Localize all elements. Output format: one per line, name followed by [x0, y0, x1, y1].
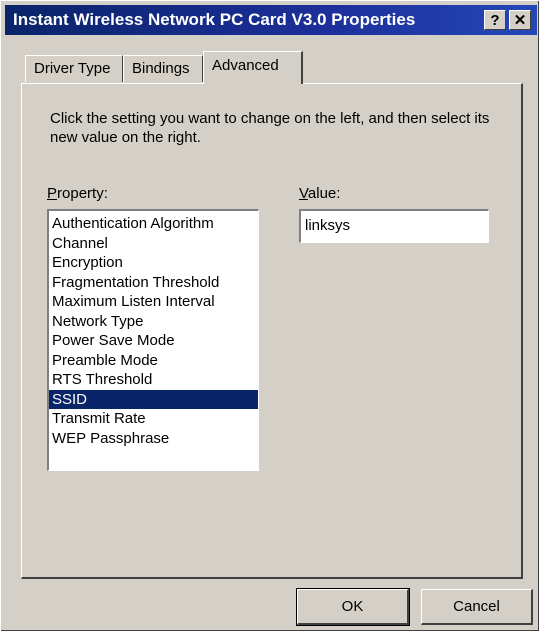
property-label: Property:	[47, 185, 108, 202]
property-item-preamble-mode[interactable]: Preamble Mode	[49, 351, 258, 371]
tab-bindings[interactable]: Bindings	[123, 55, 203, 82]
value-label-rest: alue:	[307, 185, 341, 202]
title-bar[interactable]: Instant Wireless Network PC Card V3.0 Pr…	[5, 5, 537, 35]
close-button[interactable]: ✕	[509, 10, 531, 30]
instructions-text: Click the setting you want to change on …	[50, 110, 490, 146]
property-item-channel[interactable]: Channel	[49, 234, 258, 254]
property-item-fragmentation-threshold[interactable]: Fragmentation Threshold	[49, 273, 258, 293]
tab-advanced[interactable]: Advanced	[203, 51, 303, 84]
tab-driver-type[interactable]: Driver Type	[25, 55, 123, 82]
help-button[interactable]: ?	[484, 10, 506, 30]
property-item-encryption[interactable]: Encryption	[49, 253, 258, 273]
cancel-button[interactable]: Cancel	[421, 589, 533, 625]
properties-dialog: Instant Wireless Network PC Card V3.0 Pr…	[0, 0, 540, 632]
property-item-network-type[interactable]: Network Type	[49, 312, 258, 332]
property-item-power-save-mode[interactable]: Power Save Mode	[49, 331, 258, 351]
property-listbox[interactable]: Authentication Algorithm Channel Encryptio…	[47, 209, 259, 471]
property-item-rts-threshold[interactable]: RTS Threshold	[49, 370, 258, 390]
value-label-mnemonic: V	[299, 185, 308, 202]
value-label: Value:	[299, 185, 340, 202]
property-item-transmit-rate[interactable]: Transmit Rate	[49, 409, 258, 429]
ok-button[interactable]: OK	[296, 588, 410, 626]
property-label-mnemonic: P	[47, 185, 58, 202]
help-icon: ?	[490, 11, 500, 29]
property-item-wep-passphrase[interactable]: WEP Passphrase	[49, 429, 258, 449]
property-item-authentication-algorithm[interactable]: Authentication Algorithm	[49, 214, 258, 234]
property-item-ssid[interactable]: SSID	[49, 389, 258, 409]
property-item-maximum-listen-interval[interactable]: Maximum Listen Interval	[49, 292, 258, 312]
value-input[interactable]: linksys	[299, 209, 489, 243]
window-title: Instant Wireless Network PC Card V3.0 Pr…	[13, 10, 416, 29]
close-icon: ✕	[513, 12, 527, 29]
advanced-panel: Click the setting you want to change on …	[21, 83, 523, 579]
property-label-rest: roperty:	[57, 185, 108, 202]
